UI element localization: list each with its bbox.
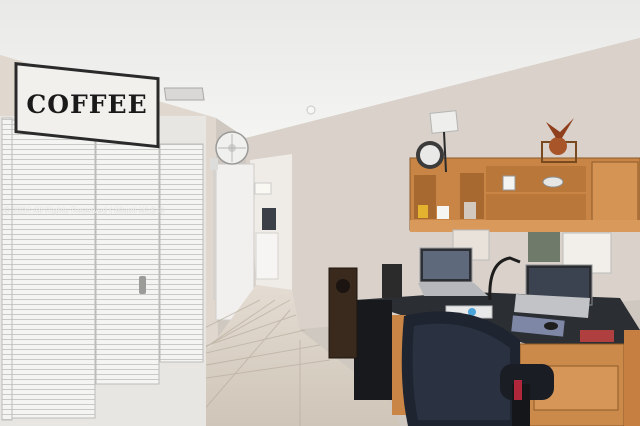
clock-icon [416,141,444,169]
bowl [542,176,564,188]
file-cabinet [354,300,392,400]
hutch-cabinet-door [591,161,639,223]
closet-handle [139,276,146,294]
speaker-cone [336,279,350,293]
hallway-mirror [262,208,276,230]
lamp-shade [429,110,459,134]
ceiling-light [306,105,316,115]
room-photo: COFFEE © 2024 All Rights Reserved | Miam… [0,0,640,426]
pinned-photo-2 [528,232,560,262]
closet-door-2 [11,119,96,419]
mouse [544,322,558,330]
desk-side [624,330,640,426]
closet-door-1 [1,117,13,421]
glass [464,202,476,219]
cup-white [437,206,449,219]
air-vent [163,87,205,101]
hutch-cubby-lower [486,194,586,220]
cup-yellow [418,205,428,218]
coffee-sign-text: COFFEE [26,89,148,119]
hallway-light [254,182,272,195]
laptop-right [514,264,593,318]
mug [502,175,516,191]
hallway-cabinet [255,232,279,280]
watermark: © 2024 All Rights Reserved | Miami MLS ® [4,206,165,215]
hutch-cubby [486,166,586,192]
hutch-shelf-board [410,220,640,232]
closet-door-3 [95,133,160,385]
phone-dock [382,264,402,298]
closet-door-4 [159,143,204,363]
notebook-red [580,330,614,342]
